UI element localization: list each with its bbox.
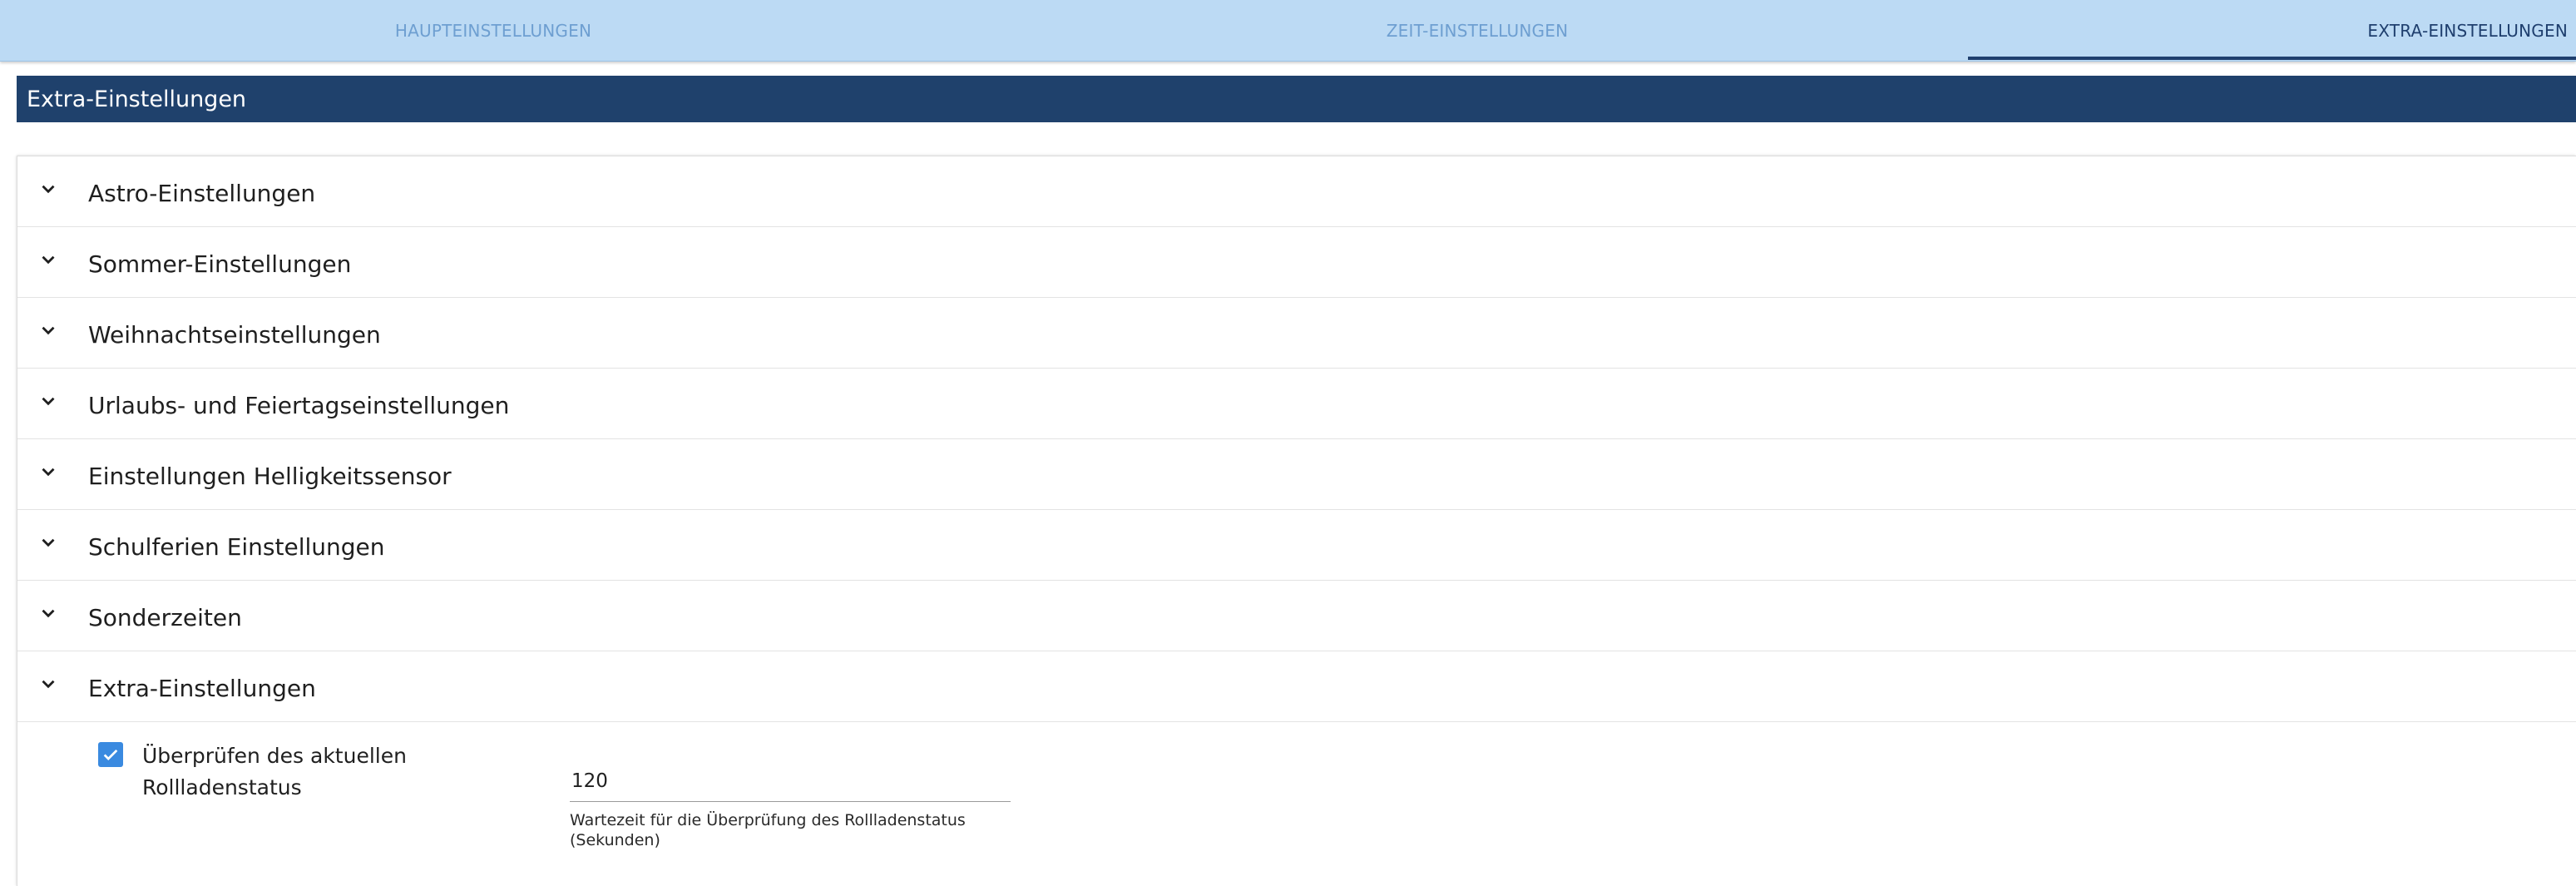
check-status-label-line2: Rollladenstatus [142,775,302,799]
chevron-down-icon [42,468,55,477]
wait-time-field: Wartezeit für die Überprüfung des Rollla… [570,760,1027,850]
extra-settings-panel: Überprüfen des aktuellen Rollladenstatus… [17,722,2576,884]
accordion-label: Astro-Einstellungen [88,180,316,207]
accordion-item-extra[interactable]: Extra-Einstellungen [17,651,2576,722]
check-status-label: Überprüfen des aktuellen Rollladenstatus [142,740,442,804]
check-status-label-line1: Überprüfen des aktuellen [142,744,407,768]
accordion-item-schulferien[interactable]: Schulferien Einstellungen [17,510,2576,581]
chevron-down-icon [42,609,55,618]
accordion-item-sommer[interactable]: Sommer-Einstellungen [17,227,2576,298]
accordion-label: Urlaubs- und Feiertagseinstellungen [88,392,510,419]
chevron-down-icon [42,185,55,194]
accordion-item-helligkeitssensor[interactable]: Einstellungen Helligkeitssensor [17,439,2576,510]
tab-zeit-einstellungen[interactable]: ZEIT-EINSTELLUNGEN [986,0,1968,62]
tab-extra-einstellungen[interactable]: EXTRA-EINSTELLUNGEN [1968,0,2576,62]
accordion-item-urlaub-feiertage[interactable]: Urlaubs- und Feiertagseinstellungen [17,369,2576,439]
wait-time-helper-text: Wartezeit für die Überprüfung des Rollla… [570,811,966,849]
check-status-checkbox[interactable] [98,742,123,767]
chevron-down-icon [42,255,55,265]
accordion-label: Extra-Einstellungen [88,675,316,702]
accordion-label: Einstellungen Helligkeitssensor [88,463,452,490]
chevron-down-icon [42,397,55,406]
accordion-label: Weihnachtseinstellungen [88,321,381,349]
chevron-down-icon [42,680,55,689]
section-title: Extra-Einstellungen [27,86,247,112]
chevron-down-icon [42,538,55,547]
tab-bar: HAUPTEINSTELLUNGEN ZEIT-EINSTELLUNGEN EX… [0,0,2576,62]
accordion-item-sonderzeiten[interactable]: Sonderzeiten [17,581,2576,651]
active-tab-indicator [1968,57,2576,60]
settings-accordion: Astro-Einstellungen Sommer-Einstellungen… [17,156,2576,886]
accordion-label: Sonderzeiten [88,604,242,631]
accordion-item-weihnachten[interactable]: Weihnachtseinstellungen [17,298,2576,369]
section-header: Extra-Einstellungen [17,76,2576,122]
checkmark-icon [103,749,118,760]
accordion-label: Sommer-Einstellungen [88,250,352,278]
wait-time-input[interactable] [570,760,1011,802]
accordion-label: Schulferien Einstellungen [88,533,385,561]
tab-haupteinstellungen[interactable]: HAUPTEINSTELLUNGEN [0,0,986,62]
chevron-down-icon [42,326,55,335]
accordion-item-astro[interactable]: Astro-Einstellungen [17,156,2576,227]
